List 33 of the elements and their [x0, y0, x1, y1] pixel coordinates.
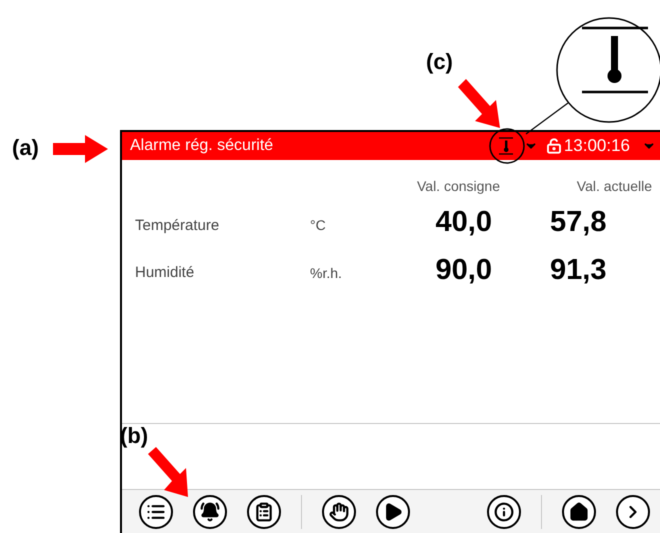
actual-value: 91,3 — [549, 252, 608, 288]
annotation-label: (c) — [426, 48, 453, 76]
home-button[interactable] — [562, 494, 596, 528]
next-button[interactable] — [616, 494, 650, 528]
clock-time: 13:00:16 — [564, 135, 630, 158]
column-heading: Val. actuelle — [576, 177, 653, 196]
play-button[interactable] — [376, 494, 410, 528]
pointer-arrow — [148, 447, 188, 497]
unit-label: %r.h. — [310, 264, 343, 283]
home-icon — [569, 502, 589, 522]
setpoint-value: 40,0 — [436, 205, 493, 240]
setpoint-value: 90,0 — [436, 252, 493, 288]
manual-mode-button[interactable] — [322, 494, 356, 528]
parameter-name: Température — [135, 216, 220, 236]
menu-button[interactable] — [139, 494, 173, 528]
clipboard-icon — [254, 502, 274, 522]
alarm-button[interactable] — [193, 494, 227, 528]
column-heading: Val. consigne — [416, 177, 500, 196]
play-icon — [383, 502, 403, 522]
alarm-title: Alarme rég. sécurité — [130, 136, 274, 156]
hand-icon — [329, 502, 349, 522]
annotation-label: (b) — [120, 422, 148, 450]
pointer-arrow — [458, 79, 500, 128]
open-padlock-icon — [546, 138, 562, 154]
clipboard-button[interactable] — [247, 494, 281, 528]
actual-value: 57,8 — [549, 205, 608, 240]
ringing-bell-icon — [200, 502, 220, 522]
info-button[interactable] — [487, 494, 521, 528]
annotation-label: (a) — [12, 134, 39, 162]
parameter-name: Humidité — [135, 263, 196, 283]
pointer-arrow — [53, 135, 108, 163]
unit-label: °C — [310, 216, 327, 236]
info-icon — [494, 502, 514, 522]
